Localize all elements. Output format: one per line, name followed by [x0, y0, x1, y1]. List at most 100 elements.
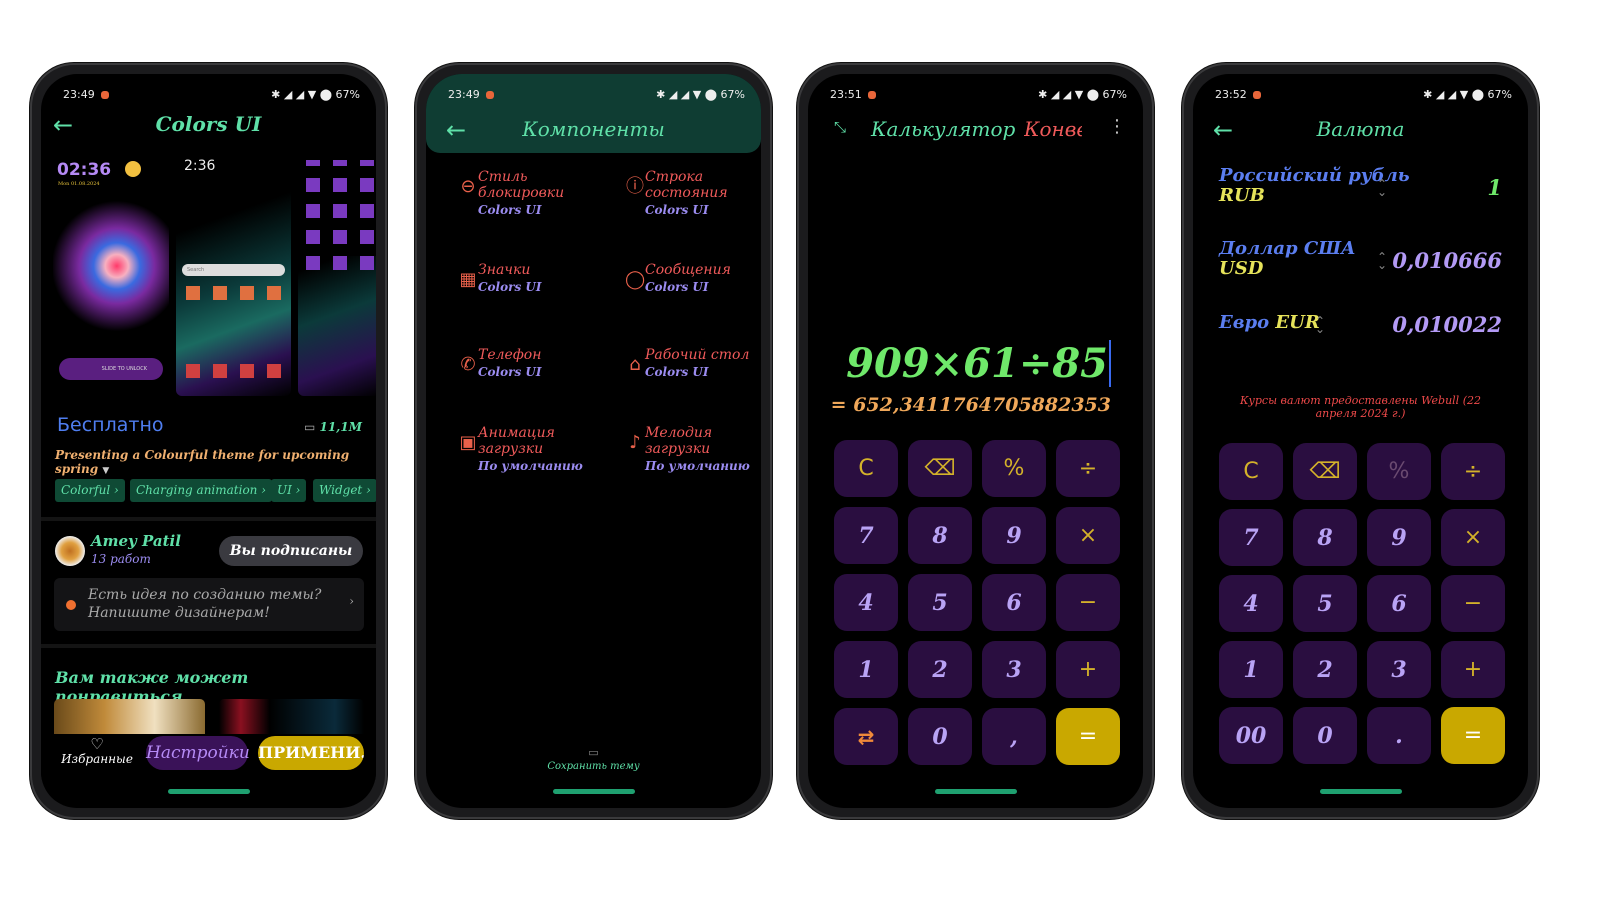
recommended-theme-thumbnail[interactable]: [219, 699, 364, 734]
key-0[interactable]: 0: [908, 708, 972, 765]
key-minus[interactable]: −: [1441, 575, 1505, 632]
tag-ui[interactable]: UI ›: [271, 479, 307, 502]
phone-icon: ✆: [460, 354, 476, 375]
home-indicator[interactable]: [167, 789, 250, 794]
key-9[interactable]: 9: [982, 507, 1046, 564]
key-3[interactable]: 3: [982, 641, 1046, 698]
divider: [41, 644, 376, 648]
apply-button[interactable]: ПРИМЕНИ...: [258, 736, 364, 770]
key-2[interactable]: 2: [908, 641, 972, 698]
key-equals[interactable]: =: [1441, 707, 1505, 764]
currency-usd[interactable]: Доллар США USD: [1219, 239, 1356, 279]
swap-selector-icon[interactable]: ⌃ ⌄: [1377, 251, 1387, 271]
swap-selector-icon[interactable]: ⌃ ⌄: [1315, 315, 1325, 335]
home-indicator[interactable]: [552, 789, 635, 794]
key-plus[interactable]: +: [1441, 641, 1505, 698]
preview-lockscreen[interactable]: 02:36 Mon 01.08.2024 SLIDE TO UNLOCK: [53, 146, 169, 396]
component-2[interactable]: ⓘ Строка состояния Colors UI: [625, 169, 761, 219]
component-title: Стиль блокировки: [478, 169, 565, 201]
swap-selector-icon[interactable]: ⌃ ⌄: [1377, 178, 1387, 198]
preview-app-drawer[interactable]: [298, 146, 376, 396]
boot-animation-icon: ▣: [459, 432, 477, 453]
more-menu-icon[interactable]: ⋮: [1108, 116, 1126, 137]
key-backspace[interactable]: ⌫: [908, 440, 972, 497]
key-4[interactable]: 4: [834, 574, 898, 631]
key-converter-toggle[interactable]: ⇄: [834, 708, 898, 765]
component-5[interactable]: ✆ Телефон Colors UI: [458, 347, 608, 381]
component-title: Значки: [478, 262, 531, 278]
expand-icon[interactable]: ▼: [102, 466, 109, 476]
component-3[interactable]: ▦ Значки Colors UI: [458, 262, 608, 296]
key-divide[interactable]: ÷: [1441, 443, 1505, 500]
settings-button[interactable]: Настройки: [146, 736, 250, 770]
home-indicator[interactable]: [934, 789, 1017, 794]
key-1[interactable]: 1: [834, 641, 898, 698]
tag-widget[interactable]: Widget ›: [313, 479, 376, 502]
key-percent[interactable]: %: [982, 440, 1046, 497]
key-6[interactable]: 6: [1367, 575, 1431, 632]
key-backspace[interactable]: ⌫: [1293, 443, 1357, 500]
unlock-slider: SLIDE TO UNLOCK: [59, 358, 163, 380]
preview-search: Search: [182, 264, 285, 276]
subscribed-button[interactable]: Вы подписаны: [219, 536, 363, 566]
key-9[interactable]: 9: [1367, 509, 1431, 566]
tab-calculator[interactable]: Калькулятор: [871, 117, 1015, 141]
key-minus[interactable]: −: [1056, 574, 1120, 631]
component-1[interactable]: ⊖ Стиль блокировки Colors UI: [458, 169, 608, 219]
key-8[interactable]: 8: [1293, 509, 1357, 566]
author-name[interactable]: Amey Patil: [91, 532, 181, 550]
tag-colorful[interactable]: Colorful ›: [55, 479, 125, 502]
key-6[interactable]: 6: [982, 574, 1046, 631]
avatar[interactable]: [55, 536, 85, 566]
tag-charging-animation[interactable]: Charging animation ›: [130, 479, 273, 502]
key-decimal[interactable]: .: [1367, 707, 1431, 764]
key-plus[interactable]: +: [1056, 641, 1120, 698]
status-bar: 23:52 ✱ ◢ ◢ ▼ ⬤ 67%: [1215, 86, 1512, 102]
key-clear[interactable]: C: [834, 440, 898, 497]
tab-converter[interactable]: Конве: [1024, 117, 1082, 141]
currency-value-usd[interactable]: 0,010666: [1392, 248, 1502, 273]
screen: 23:49 ✱ ◢ ◢ ▼ ⬤ 67% ← Colors UI 02:36 Mo…: [41, 74, 376, 808]
component-6[interactable]: ⌂ Рабочий стол Colors UI: [625, 347, 761, 381]
currency-value-rub[interactable]: 1: [1487, 175, 1502, 200]
key-0[interactable]: 0: [1293, 707, 1357, 764]
component-4[interactable]: ◯ Сообщения Colors UI: [625, 262, 761, 296]
currency-value-eur[interactable]: 0,010022: [1392, 312, 1502, 337]
key-7[interactable]: 7: [834, 507, 898, 564]
key-1[interactable]: 1: [1219, 641, 1283, 698]
preview-clock: 2:36: [184, 158, 216, 174]
key-4[interactable]: 4: [1219, 575, 1283, 632]
favorites-button[interactable]: ♡ Избранные: [55, 736, 139, 766]
key-percent[interactable]: %: [1367, 443, 1431, 500]
key-multiply[interactable]: ×: [1441, 509, 1505, 566]
key-5[interactable]: 5: [1293, 575, 1357, 632]
key-7[interactable]: 7: [1219, 509, 1283, 566]
key-8[interactable]: 8: [908, 507, 972, 564]
key-clear[interactable]: C: [1219, 443, 1283, 500]
status-icons: ✱ ◢ ◢ ▼ ⬤: [271, 87, 333, 101]
result-preview: = 652,3411764705882353: [830, 394, 1111, 416]
component-7[interactable]: ▣ Анимация загрузки По умолчанию: [458, 425, 608, 475]
key-3[interactable]: 3: [1367, 641, 1431, 698]
expression-input[interactable]: 909×61÷85: [846, 340, 1111, 387]
currency-eur[interactable]: Евро EUR: [1219, 313, 1320, 333]
key-5[interactable]: 5: [908, 574, 972, 631]
save-theme-label: Сохранить тему: [547, 761, 640, 772]
save-theme-button[interactable]: ▭ Сохранить тему: [426, 746, 761, 772]
key-divide[interactable]: ÷: [1056, 440, 1120, 497]
theme-description[interactable]: Presenting a Colourful theme for upcomin…: [55, 448, 376, 476]
status-icons: ✱ ◢ ◢ ▼ ⬤: [1038, 87, 1100, 101]
home-indicator[interactable]: [1319, 789, 1402, 794]
key-equals[interactable]: =: [1056, 708, 1120, 765]
key-double-zero[interactable]: 00: [1219, 707, 1283, 764]
designer-idea-card[interactable]: Есть идея по созданию темы? Напишите диза…: [54, 578, 364, 631]
key-2[interactable]: 2: [1293, 641, 1357, 698]
currency-code: USD: [1219, 258, 1264, 279]
component-8[interactable]: ♪ Мелодия загрузки По умолчанию: [625, 425, 761, 475]
preview-clock: 02:36: [57, 160, 112, 180]
key-comma[interactable]: ,: [982, 708, 1046, 765]
preview-homescreen[interactable]: 2:36 Search: [176, 146, 291, 396]
collapse-icon[interactable]: ⤡: [834, 118, 846, 136]
recommended-theme-thumbnail[interactable]: [54, 699, 205, 734]
key-multiply[interactable]: ×: [1056, 507, 1120, 564]
